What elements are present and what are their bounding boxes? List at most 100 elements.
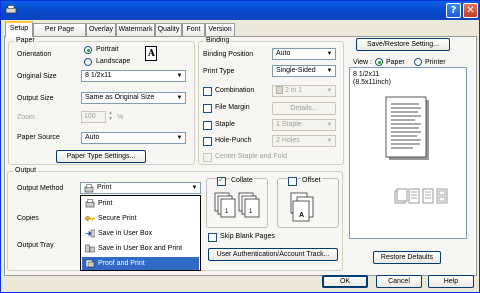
file-margin-label[interactable]: File Margin	[215, 104, 250, 111]
preview-size-line2: (8.5x11inch)	[353, 79, 392, 86]
paper-source-value: Auto	[85, 134, 100, 141]
cancel-button[interactable]: Cancel	[376, 275, 422, 288]
tab-quality[interactable]: Quality	[155, 23, 182, 36]
ok-button[interactable]: OK	[322, 275, 368, 288]
punch-preview-icon	[422, 188, 434, 204]
view-printer-radio[interactable]	[414, 58, 422, 66]
staple-label[interactable]: Staple	[215, 121, 235, 128]
combination-select[interactable]: 2 in 1 ▼	[272, 85, 336, 97]
center-staple-label[interactable]: Center Staple and Fold	[215, 153, 287, 160]
portrait-label[interactable]: Portrait	[96, 46, 119, 53]
combination-value: 2 in 1	[284, 87, 303, 94]
dropdown-item-label: Secure Print	[98, 215, 137, 222]
combination-label[interactable]: Combination	[215, 87, 254, 94]
staple-checkbox[interactable]	[203, 121, 212, 130]
combination-preview-icon	[436, 188, 448, 204]
binding-position-value: Auto	[276, 50, 291, 57]
landscape-radio[interactable]	[84, 58, 92, 66]
user-authentication-button[interactable]: User Authentication/Account Track...	[208, 248, 338, 261]
hole-punch-select[interactable]: 2 Holes ▼	[272, 135, 336, 147]
save-box-icon	[85, 229, 95, 238]
hole-punch-label[interactable]: Hole-Punch	[215, 137, 252, 144]
collate-illustration-icon: 11	[214, 192, 260, 218]
printing-preferences-dialog: ? ✕ Setup Per Page Setting Overlay Water…	[0, 0, 480, 293]
output-size-label: Output Size	[17, 95, 54, 102]
output-size-value: Same as Original Size	[85, 94, 155, 101]
output-group-title: Output	[13, 167, 39, 174]
tab-overlay[interactable]: Overlay	[86, 23, 116, 36]
dropdown-item-label: Print	[98, 200, 113, 207]
tab-per-page-setting[interactable]: Per Page Setting	[33, 23, 86, 45]
file-margin-checkbox[interactable]	[203, 104, 212, 113]
printer-icon	[84, 184, 94, 193]
view-printer-label[interactable]: Printer	[425, 59, 446, 66]
printer-app-icon	[5, 5, 17, 14]
dropdown-item-print[interactable]: Print	[82, 197, 199, 210]
collate-checkbox[interactable]	[217, 175, 226, 186]
copies-label: Copies	[17, 215, 39, 222]
skip-blank-pages-checkbox[interactable]	[208, 233, 217, 242]
staple-select[interactable]: 1 Staple ▼	[272, 119, 336, 131]
dropdown-item-save-in-user-box[interactable]: Save in User Box	[82, 227, 199, 240]
center-staple-checkbox[interactable]	[203, 153, 212, 162]
tab-version[interactable]: Version	[205, 23, 235, 36]
dropdown-arrow-icon: ▼	[326, 68, 333, 74]
tab-font[interactable]: Font	[182, 23, 205, 36]
dropdown-arrow-icon: ▼	[176, 73, 183, 79]
dropdown-arrow-icon: ▼	[326, 138, 333, 144]
dropdown-arrow-icon: ▼	[326, 51, 333, 57]
orientation-preview-icon: A	[145, 46, 157, 61]
combination-layout-icon	[276, 86, 283, 95]
original-size-label: Original Size	[17, 73, 57, 80]
offset-illustration-icon: A	[290, 192, 314, 222]
help-button[interactable]: Help	[428, 275, 474, 288]
offset-label[interactable]: Offset	[301, 177, 322, 184]
output-size-select[interactable]: Same as Original Size ▼	[81, 92, 186, 104]
help-question-icon[interactable]: ?	[446, 3, 461, 18]
save-box-print-icon	[85, 244, 95, 253]
zoom-spinner[interactable]: 100	[81, 111, 106, 123]
hole-punch-checkbox[interactable]	[203, 137, 212, 146]
svg-text:A: A	[299, 212, 304, 219]
binding-position-select[interactable]: Auto ▼	[272, 48, 336, 60]
output-tray-label: Output Tray	[17, 242, 54, 249]
restore-defaults-button[interactable]: Restore Defaults	[373, 251, 441, 264]
details-button[interactable]: Details...	[272, 102, 336, 115]
dropdown-arrow-icon: ▼	[191, 185, 198, 191]
paper-source-select[interactable]: Auto ▼	[81, 132, 186, 144]
paper-source-label: Paper Source	[17, 134, 60, 141]
view-paper-radio[interactable]	[375, 58, 383, 66]
binding-group-title: Binding	[204, 37, 232, 44]
page-preview-image	[385, 96, 429, 160]
dropdown-item-proof-and-print[interactable]: Proof and Print	[82, 257, 199, 270]
duplex-preview-icon	[394, 188, 408, 204]
dropdown-item-save-in-user-box-and-print[interactable]: Save in User Box and Print	[82, 242, 199, 255]
original-size-select[interactable]: 8 1/2x11 ▼	[81, 70, 186, 82]
staple-preview-icon	[408, 188, 420, 204]
view-label: View :	[353, 59, 372, 66]
paper-type-settings-button[interactable]: Paper Type Settings...	[56, 150, 146, 163]
collate-label[interactable]: Collate	[230, 177, 254, 184]
dropdown-arrow-icon: ▼	[326, 88, 333, 94]
offset-checkbox[interactable]	[288, 177, 297, 186]
tab-setup[interactable]: Setup	[5, 21, 33, 37]
proof-print-icon	[85, 259, 95, 268]
orientation-letter: A	[148, 49, 155, 59]
view-paper-label[interactable]: Paper	[386, 59, 405, 66]
print-type-select[interactable]: Single-Sided ▼	[272, 65, 336, 77]
output-method-select[interactable]: Print ▼	[80, 182, 201, 194]
dropdown-item-secure-print[interactable]: Secure Print	[82, 212, 199, 225]
save-restore-setting-button[interactable]: Save/Restore Setting...	[356, 38, 450, 51]
paper-group-title: Paper	[14, 37, 37, 44]
tab-watermark[interactable]: Watermark	[116, 23, 155, 36]
portrait-radio[interactable]	[84, 46, 92, 54]
print-type-label: Print Type	[203, 68, 235, 75]
dropdown-item-label: Save in User Box and Print	[98, 245, 183, 252]
skip-blank-pages-label[interactable]: Skip Blank Pages	[220, 233, 275, 240]
landscape-label[interactable]: Landscape	[96, 58, 130, 65]
output-method-value: Print	[97, 184, 112, 191]
close-icon[interactable]: ✕	[463, 3, 478, 18]
zoom-label: Zoom	[17, 114, 35, 121]
combination-checkbox[interactable]	[203, 87, 212, 96]
orientation-label: Orientation	[17, 51, 52, 58]
